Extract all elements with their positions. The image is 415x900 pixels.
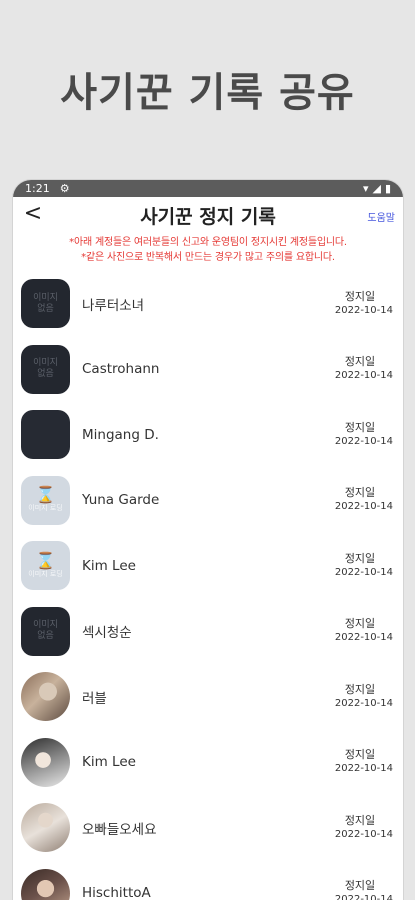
page-title: 사기꾼 정지 기록 [140,205,276,228]
suspension-date: 2022-10-14 [334,501,393,513]
suspension-info: 정지일 2022-10-14 [327,290,393,318]
back-arrow-icon[interactable]: < [21,201,45,226]
suspension-info: 정지일 2022-10-14 [327,421,393,449]
promo-headline: 사기꾼 기록 공유 [60,70,355,116]
suspension-date: 2022-10-14 [334,566,393,578]
suspension-date: 2022-10-14 [334,763,393,775]
suspension-label: 정지일 [344,879,376,893]
suspension-date: 2022-10-14 [334,435,393,447]
suspension-info: 정지일 2022-10-14 [327,814,393,842]
profile-photo-avatar [21,737,70,787]
list-item[interactable]: 러블 정지일 2022-10-14 [13,664,403,730]
list-item[interactable]: 오빠들오세요 정지일 2022-10-14 [13,795,403,861]
account-name: 오빠들오세요 [82,821,157,838]
list-item[interactable]: HischittoA 정지일 2022-10-14 [13,861,403,900]
suspension-date: 2022-10-14 [334,697,393,709]
suspension-label: 정지일 [344,748,376,762]
account-name: Kim Lee [82,557,136,574]
list-item[interactable]: Mingang D. 정지일 2022-10-14 [13,402,403,468]
list-item[interactable]: 이미지 없음 나루터소녀 정지일 2022-10-14 [13,271,403,337]
wifi-icon: ▾ [362,182,369,195]
battery-icon: ▮ [384,182,391,195]
phone-screen: 1:21 ⚙ ▾ ◢ ▮ < 사기꾼 정지 기록 도움말 *아래 계정들은 여러… [13,180,403,900]
profile-photo-avatar [21,803,70,853]
suspension-label: 정지일 [344,486,376,500]
account-name: Mingang D. [82,426,159,443]
suspension-date: 2022-10-14 [334,828,393,840]
suspension-label: 정지일 [344,420,376,434]
signal-icon: ◢ [372,182,381,195]
no-image-avatar: 이미지 없음 [21,344,70,394]
placeholder-text: 없음 [37,369,54,380]
placeholder-text: 이미지 로딩 [28,569,63,578]
profile-photo-avatar [21,672,70,722]
suspension-info: 정지일 2022-10-14 [327,617,393,645]
suspension-date: 2022-10-14 [334,632,393,644]
suspension-label: 정지일 [344,289,376,303]
suspension-date: 2022-10-14 [334,304,393,316]
list-item[interactable]: 이미지 없음 Castrohann 정지일 2022-10-14 [13,337,403,403]
hourglass-icon: ⌛ [35,550,56,570]
suspension-label: 정지일 [344,682,376,696]
suspension-label: 정지일 [344,551,376,565]
placeholder-text: 없음 [37,303,54,314]
suspension-info: 정지일 2022-10-14 [327,683,393,711]
account-name: 러블 [82,690,107,707]
suspension-info: 정지일 2022-10-14 [327,552,393,580]
list-item[interactable]: Kim Lee 정지일 2022-10-14 [13,730,403,796]
placeholder-text: 없음 [37,631,54,642]
status-bar: 1:21 ⚙ ▾ ◢ ▮ [13,180,403,197]
list-item[interactable]: ⌛ 이미지 로딩 Yuna Garde 정지일 2022-10-14 [13,468,403,534]
no-image-avatar: 이미지 없음 [21,606,70,656]
profile-photo-avatar [21,868,70,900]
suspension-info: 정지일 2022-10-14 [327,355,393,383]
list-item[interactable]: 이미지 없음 섹시청순 정지일 2022-10-14 [13,599,403,665]
notice-line: *아래 계정들은 여러분들의 신고와 운영팀이 정지시킨 계정들입니다. [69,237,347,248]
hourglass-icon: ⌛ [35,485,56,505]
account-name: 섹시청순 [82,625,132,642]
suspension-date: 2022-10-14 [334,370,393,382]
suspension-label: 정지일 [344,617,376,631]
loading-avatar: ⌛ 이미지 로딩 [21,541,70,591]
account-name: Kim Lee [82,754,136,771]
no-image-avatar: 이미지 없음 [21,279,70,329]
suspension-date: 2022-10-14 [334,894,393,900]
notice-line: *같은 사진으로 반복해서 만드는 경우가 많고 주의를 요합니다. [81,252,335,263]
suspended-account-list: 이미지 없음 나루터소녀 정지일 2022-10-14 이미지 없음 Castrohann 정지… [13,271,403,900]
suspension-label: 정지일 [344,813,376,827]
warning-notice: *아래 계정들은 여러분들의 신고와 운영팀이 정지시킨 계정들입니다. *같은… [13,233,403,265]
placeholder-text: 이미지 [33,620,58,631]
suspension-info: 정지일 2022-10-14 [327,486,393,514]
account-name: Yuna Garde [82,492,160,509]
placeholder-text: 이미지 로딩 [28,504,63,513]
placeholder-text: 이미지 [33,292,58,303]
app-bar: < 사기꾼 정지 기록 도움말 [13,197,403,233]
list-item[interactable]: ⌛ 이미지 로딩 Kim Lee 정지일 2022-10-14 [13,533,403,599]
placeholder-text: 이미지 [33,358,58,369]
blank-avatar [21,410,70,460]
help-link[interactable]: 도움말 [367,209,395,224]
suspension-info: 정지일 2022-10-14 [327,879,393,900]
suspension-label: 정지일 [344,355,376,369]
settings-gear-icon: ⚙ [59,182,70,195]
loading-avatar: ⌛ 이미지 로딩 [21,475,70,525]
account-name: Castrohann [82,361,160,378]
suspension-info: 정지일 2022-10-14 [327,748,393,776]
status-time: 1:21 [25,182,50,195]
account-name: 나루터소녀 [82,297,145,314]
account-name: HischittoA [82,885,151,900]
